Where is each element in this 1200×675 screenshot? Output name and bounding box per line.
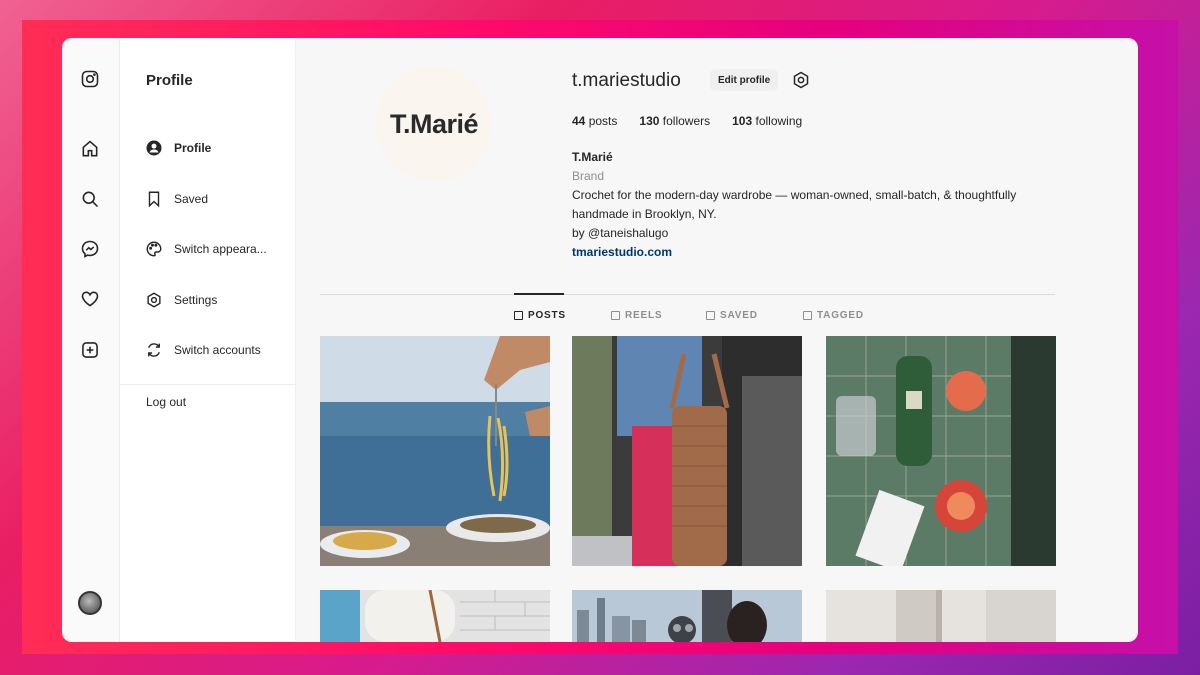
bio-text-line: Crochet for the modern-day wardrobe — wo… — [572, 188, 1017, 202]
spritz-table-photo — [826, 336, 1056, 566]
bio-text-line: handmade in Brooklyn, NY. — [572, 207, 717, 221]
tab-saved[interactable]: SAVED — [706, 310, 758, 321]
home-icon[interactable] — [79, 138, 101, 160]
post-thumbnail[interactable] — [826, 336, 1056, 566]
menu-item-saved[interactable]: Saved — [144, 187, 208, 211]
profile-logo-text: T.Marié — [389, 108, 479, 139]
heart-icon[interactable] — [79, 288, 101, 310]
instagram-icon[interactable] — [79, 68, 101, 90]
profile-stats: 44 posts 130 followers 103 following — [572, 114, 824, 128]
tag-icon — [803, 311, 812, 320]
brick-wall-photo — [320, 590, 550, 642]
profile-username: t.mariestudio — [572, 70, 681, 91]
settings-icon — [144, 290, 164, 310]
menu-item-label: Switch accounts — [174, 343, 261, 357]
bookmark-icon — [144, 189, 164, 209]
posts-count: 44 posts — [572, 114, 618, 128]
profile-menu: Profile Profile Saved Switch appeara... … — [120, 38, 296, 642]
post-thumbnail[interactable] — [320, 590, 550, 642]
profile-picture[interactable]: T.Marié — [376, 66, 492, 182]
edit-profile-button[interactable]: Edit profile — [710, 69, 779, 91]
bookmark-icon — [706, 311, 715, 320]
menu-item-switch-accounts[interactable]: Switch accounts — [144, 338, 261, 362]
following-count[interactable]: 103 following — [732, 114, 802, 128]
bio-name: T.Marié — [572, 150, 613, 164]
post-thumbnail[interactable] — [572, 590, 802, 642]
menu-title: Profile — [146, 72, 193, 89]
create-icon[interactable] — [79, 339, 101, 361]
menu-item-label: Settings — [174, 293, 218, 307]
menu-item-label: Profile — [174, 141, 212, 155]
user-avatar[interactable] — [78, 591, 102, 615]
active-tab-indicator — [514, 293, 564, 295]
messenger-icon[interactable] — [79, 238, 101, 260]
post-thumbnail[interactable] — [320, 336, 550, 566]
tab-label: POSTS — [528, 310, 566, 321]
tab-label: TAGGED — [817, 310, 864, 321]
instagram-window: Profile Profile Saved Switch appeara... … — [62, 38, 1138, 642]
bio-category: Brand — [572, 169, 605, 183]
profile-icon — [144, 138, 164, 158]
menu-item-label: Saved — [174, 192, 209, 206]
tab-label: SAVED — [720, 310, 758, 321]
search-icon[interactable] — [79, 188, 101, 210]
grid-icon — [514, 311, 523, 320]
interior-doorway-photo — [826, 590, 1056, 642]
crochet-tote-photo — [572, 336, 802, 566]
menu-item-profile[interactable]: Profile — [144, 136, 211, 160]
post-thumbnail[interactable] — [826, 590, 1056, 642]
pasta-by-sea-photo — [320, 336, 550, 566]
city-skyline-photo — [572, 590, 802, 642]
followers-count[interactable]: 130 followers — [639, 114, 710, 128]
bio-website-link[interactable]: tmariestudio.com — [572, 243, 1072, 262]
post-thumbnail[interactable] — [572, 336, 802, 566]
tabs-divider — [320, 294, 1055, 295]
reels-icon — [611, 311, 620, 320]
menu-item-switch-appearance[interactable]: Switch appeara... — [144, 237, 267, 261]
logout-link[interactable]: Log out — [146, 395, 186, 409]
switch-accounts-icon — [144, 340, 164, 360]
icon-rail — [62, 38, 120, 642]
tab-posts[interactable]: POSTS — [514, 310, 566, 321]
bio-mention[interactable]: by @taneishalugo — [572, 224, 1072, 243]
profile-bio: T.Marié Brand Crochet for the modern-day… — [572, 148, 1072, 262]
menu-item-label: Switch appeara... — [174, 242, 267, 256]
tab-label: REELS — [625, 310, 663, 321]
palette-icon — [144, 239, 164, 259]
menu-item-settings[interactable]: Settings — [144, 288, 217, 312]
tab-reels[interactable]: REELS — [611, 310, 662, 321]
menu-divider — [120, 384, 296, 385]
settings-icon[interactable] — [791, 70, 811, 90]
tab-tagged[interactable]: TAGGED — [803, 310, 864, 321]
